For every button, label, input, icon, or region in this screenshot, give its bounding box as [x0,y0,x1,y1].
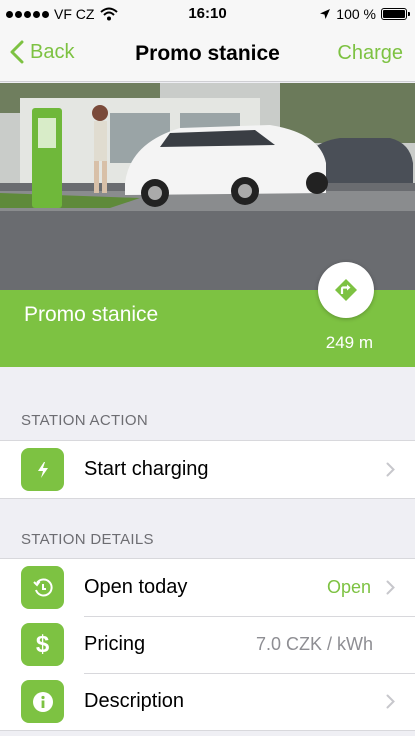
dollar-icon: $ [21,623,64,666]
navigate-button[interactable] [318,262,374,318]
pricing-row: $ Pricing 7.0 CZK / kWh [0,616,415,673]
description-row[interactable]: Description [0,673,415,730]
info-icon [21,680,64,723]
battery-percent: 100 % [336,6,376,22]
open-status-value: Open [326,577,371,597]
battery-icon [381,8,410,20]
station-name: Promo stanice [24,303,159,326]
start-charging-row[interactable]: Start charging [0,441,415,498]
charge-button[interactable]: Charge [337,42,403,65]
lightning-icon [21,448,64,491]
station-distance: 249 m [325,333,373,352]
section-header-station-action: STATION ACTION [21,412,148,429]
status-bar: VF CZ 16:10 100 % [0,0,415,28]
station-action-group: Start charging [0,440,415,499]
pricing-value: 7.0 CZK / kWh [255,634,373,654]
section-header-station-details: STATION DETAILS [21,531,154,548]
station-details-group: Open today Open $ Pricing 7.0 CZK / kWh … [0,558,415,731]
chevron-right-icon [386,694,395,709]
clock-icon [21,566,64,609]
description-label: Description [84,690,185,712]
location-arrow-icon [320,9,331,19]
status-right: 100 % [319,6,410,22]
directions-icon [335,279,357,301]
chevron-right-icon [386,462,395,477]
open-today-row[interactable]: Open today Open [0,559,415,616]
start-charging-label: Start charging [84,458,209,480]
pricing-label: Pricing [84,633,146,655]
chevron-right-icon [386,580,395,595]
station-photo [0,83,415,290]
navigation-bar: Back Promo stanice Charge [0,28,415,82]
open-today-label: Open today [84,576,188,598]
